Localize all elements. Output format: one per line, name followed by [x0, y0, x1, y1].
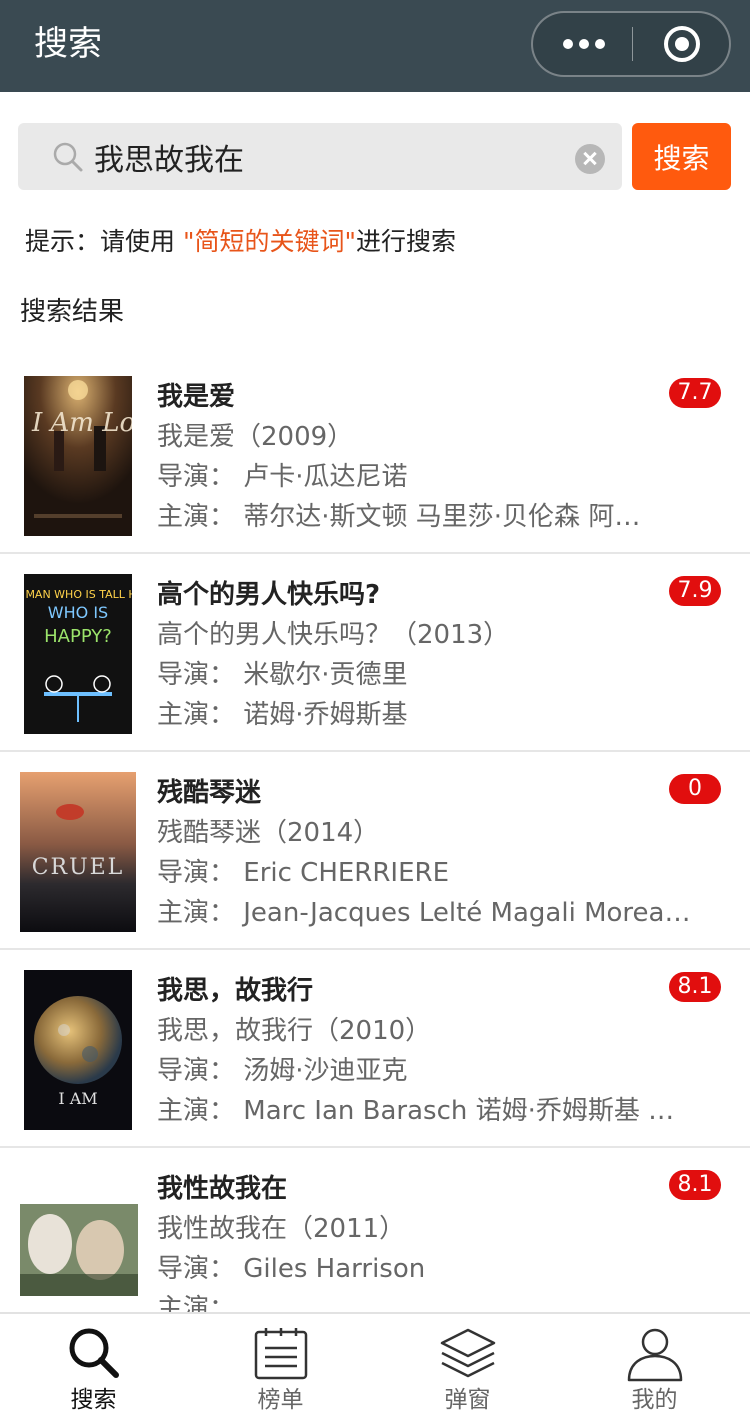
rating-badge: 0: [669, 774, 721, 804]
tab-label: 榜单: [257, 1387, 304, 1413]
movie-poster[interactable]: I Am Love: [24, 376, 132, 536]
result-item[interactable]: 我性故我在 我性故我在（2011） 导演： Giles Harrison 主演：…: [0, 1148, 750, 1312]
capsule-divider: [632, 27, 633, 61]
movie-cast: 主演： Jean-Jacques Lelté Magali Morea…: [157, 898, 691, 928]
movie-subtitle: 我是爱（2009）: [157, 422, 354, 452]
tab-rankings[interactable]: 榜单: [187, 1314, 374, 1424]
movie-director: 导演： Eric CHERRIERE: [157, 858, 450, 888]
more-icon[interactable]: [533, 13, 632, 75]
hint-keyword: "简短的关键词": [182, 227, 356, 256]
clear-icon[interactable]: [575, 144, 605, 174]
result-item[interactable]: I AM 我思，故我行 我思，故我行（2010） 导演： 汤姆·沙迪亚克 主演：…: [0, 950, 750, 1148]
search-icon: [53, 142, 83, 172]
movie-cast: 主演： Marc Ian Barasch 诺姆·乔姆斯基 …: [157, 1096, 675, 1126]
movie-director: 导演： 米歇尔·贡德里: [157, 660, 408, 690]
result-item[interactable]: I Am Love 我是爱 我是爱（2009） 导演： 卢卡·瓜达尼诺 主演： …: [0, 356, 750, 554]
movie-subtitle: 高个的男人快乐吗？（2013）: [157, 620, 510, 650]
tab-label: 我的: [631, 1387, 678, 1413]
tab-label: 弹窗: [444, 1387, 491, 1413]
tab-profile[interactable]: 我的: [561, 1314, 748, 1424]
user-icon: [627, 1328, 683, 1382]
rating-badge: 8.1: [669, 1170, 721, 1200]
movie-poster[interactable]: IS THE MAN WHO IS TALL HAPPY? WHO IS HAP…: [24, 574, 132, 734]
mini-program-capsule: [531, 11, 731, 77]
movie-poster[interactable]: [20, 1204, 138, 1296]
movie-subtitle: 残酷琴迷（2014）: [157, 818, 380, 848]
movie-subtitle: 我思，故我行（2010）: [157, 1016, 432, 1046]
search-input[interactable]: [94, 131, 564, 183]
movie-title: 残酷琴迷: [157, 778, 262, 808]
movie-poster[interactable]: CRUEL: [20, 772, 136, 932]
tab-search[interactable]: 搜索: [0, 1314, 187, 1424]
movie-cast: 主演： 诺姆·乔姆斯基: [157, 700, 408, 730]
poster-title-text: I Am Love: [31, 408, 132, 438]
poster-title-text: I AM: [58, 1089, 97, 1108]
tab-popup[interactable]: 弹窗: [374, 1314, 561, 1424]
movie-director: 导演： Giles Harrison: [157, 1254, 426, 1284]
rating-badge: 7.7: [669, 378, 721, 408]
movie-cast: 主演： 蒂尔达·斯文顿 马里莎·贝伦森 阿…: [157, 502, 641, 532]
result-item[interactable]: CRUEL 残酷琴迷 残酷琴迷（2014） 导演： Eric CHERRIERE…: [0, 752, 750, 950]
result-item[interactable]: IS THE MAN WHO IS TALL HAPPY? WHO IS HAP…: [0, 554, 750, 752]
poster-title-text: CRUEL: [32, 855, 125, 880]
tab-bar: 搜索 榜单 弹窗 我的: [0, 1312, 750, 1424]
movie-title: 我是爱: [157, 382, 236, 412]
movie-subtitle: 我性故我在（2011）: [157, 1214, 406, 1244]
layers-icon: [440, 1328, 496, 1378]
list-icon: [254, 1328, 308, 1380]
rating-badge: 7.9: [669, 576, 721, 606]
search-bar: [18, 123, 622, 190]
hint-prefix: 提示：请使用: [25, 227, 183, 256]
poster-title-text: IS THE MAN WHO IS TALL HAPPY?: [24, 588, 132, 601]
search-button[interactable]: 搜索: [632, 123, 731, 190]
search-hint: 提示：请使用 "简短的关键词"进行搜索: [25, 222, 456, 262]
results-list: I Am Love 我是爱 我是爱（2009） 导演： 卢卡·瓜达尼诺 主演： …: [0, 356, 750, 1312]
movie-poster[interactable]: I AM: [24, 970, 132, 1130]
movie-title: 高个的男人快乐吗?: [157, 580, 381, 610]
movie-cast: 主演：: [157, 1294, 236, 1312]
page-title: 搜索: [34, 24, 102, 64]
movie-director: 导演： 汤姆·沙迪亚克: [157, 1056, 408, 1086]
svg-text:WHO IS: WHO IS: [48, 603, 108, 622]
movie-director: 导演： 卢卡·瓜达尼诺: [157, 462, 408, 492]
tab-label: 搜索: [70, 1387, 117, 1413]
rating-badge: 8.1: [669, 972, 721, 1002]
search-icon: [69, 1328, 119, 1378]
close-miniprogram-icon[interactable]: [664, 26, 700, 62]
movie-title: 我思，故我行: [157, 976, 314, 1006]
movie-title: 我性故我在: [157, 1174, 288, 1204]
nav-bar: 搜索: [0, 0, 750, 92]
hint-suffix: 进行搜索: [355, 227, 456, 256]
svg-text:HAPPY?: HAPPY?: [44, 626, 112, 647]
results-heading: 搜索结果: [20, 297, 125, 327]
